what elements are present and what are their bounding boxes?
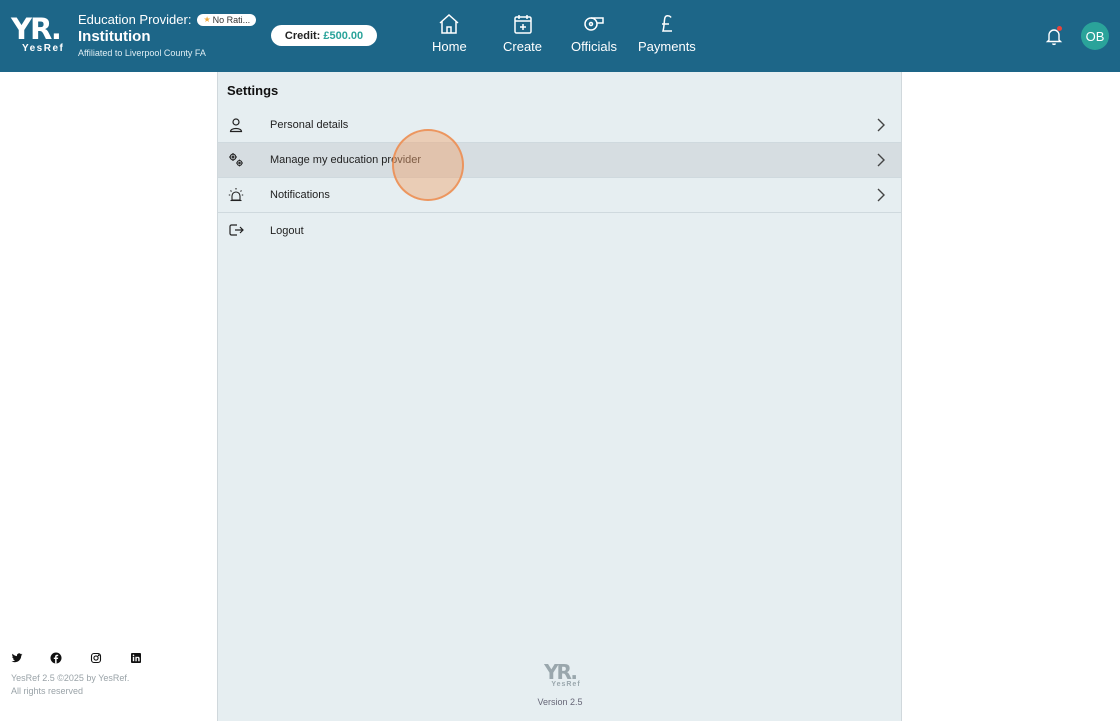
rights-line: All rights reserved <box>11 686 84 696</box>
nav-officials-label: Officials <box>571 39 617 54</box>
yesref-logo[interactable]: YR. YesRef <box>11 14 69 58</box>
page-title: Settings <box>227 83 279 98</box>
calendar-plus-icon <box>513 15 532 34</box>
logout-icon <box>229 224 244 236</box>
linkedin-icon[interactable] <box>130 652 142 664</box>
facebook-icon[interactable] <box>50 652 62 664</box>
nav-officials[interactable]: Officials <box>571 12 617 54</box>
settings-item-personal-details[interactable]: Personal details <box>218 108 901 143</box>
whistle-icon <box>584 17 604 31</box>
nav-payments[interactable]: Payments <box>638 12 696 54</box>
footer-logo-subtext: YesRef <box>551 681 581 688</box>
rating-badge[interactable]: ★ No Rati... <box>197 13 257 26</box>
provider-label: Education Provider: <box>78 12 192 27</box>
chevron-right-icon <box>877 188 885 202</box>
alarm-icon <box>228 188 244 202</box>
nav-create-label: Create <box>503 39 543 54</box>
settings-item-label: Notifications <box>270 189 330 201</box>
provider-name: Institution <box>78 28 151 45</box>
settings-item-label: Personal details <box>270 119 349 131</box>
affiliation-text: Affiliated to Liverpool County FA <box>78 48 206 58</box>
settings-panel: Settings Personal details Manage my educ… <box>217 72 902 721</box>
settings-item-manage-education-provider[interactable]: Manage my education provider <box>218 143 901 178</box>
footer-logo: YR. YesRef <box>537 662 583 688</box>
chevron-right-icon <box>877 153 885 167</box>
settings-item-logout[interactable]: Logout <box>218 213 901 248</box>
gears-icon <box>229 153 243 167</box>
logo-subtext: YesRef <box>22 43 65 54</box>
credit-amount: £500.00 <box>323 29 364 42</box>
pound-icon <box>661 15 672 32</box>
settings-item-notifications[interactable]: Notifications <box>218 178 901 213</box>
logo-mark: YR. <box>11 12 62 46</box>
chevron-right-icon <box>877 118 885 132</box>
nav-create[interactable]: Create <box>503 12 542 54</box>
instagram-icon[interactable] <box>90 652 102 664</box>
copyright: YesRef 2.5 ©2025 by YesRef. All rights r… <box>11 672 129 698</box>
star-icon: ★ <box>203 15 211 24</box>
provider-info: Education Provider: ★ No Rati... Institu… <box>78 12 257 58</box>
credit-pill[interactable]: Credit: £500.00 <box>271 25 377 46</box>
top-bar: YR. YesRef Education Provider: ★ No Rati… <box>0 0 1120 72</box>
notifications-button[interactable] <box>1044 26 1064 46</box>
settings-item-label: Logout <box>270 224 304 237</box>
nav-payments-label: Payments <box>638 39 696 54</box>
notification-dot <box>1057 26 1062 31</box>
footer-logo-mark: YR. <box>544 660 578 684</box>
version-text: Version 2.5 <box>537 697 583 707</box>
nav-home[interactable]: Home <box>432 12 467 54</box>
copyright-line: YesRef 2.5 ©2025 by YesRef. <box>11 673 130 683</box>
home-icon <box>439 13 459 34</box>
nav-home-label: Home <box>432 39 467 54</box>
credit-label: Credit: <box>284 29 321 42</box>
avatar[interactable]: OB <box>1081 22 1109 50</box>
click-indicator <box>392 129 464 201</box>
rating-badge-text: No Rati... <box>212 14 251 25</box>
twitter-icon[interactable] <box>11 652 23 664</box>
person-icon <box>229 118 243 133</box>
